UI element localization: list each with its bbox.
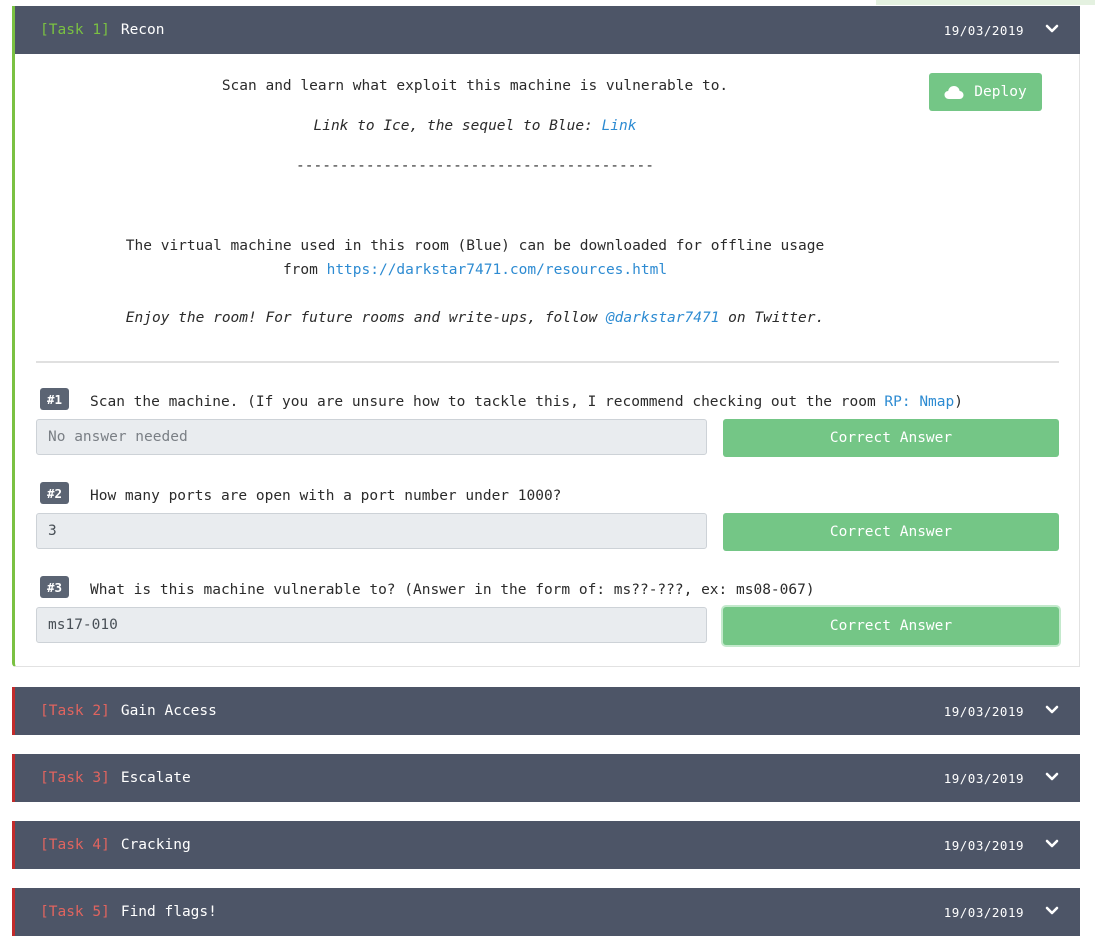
- task-4-date: 19/03/2019: [943, 837, 1024, 853]
- task-1-tag: [Task 1]: [40, 22, 110, 38]
- task-2: [Task 2] Gain Access 19/03/2019: [12, 687, 1080, 735]
- task-4-tag: [Task 4]: [40, 837, 110, 853]
- task-2-tag: [Task 2]: [40, 703, 110, 719]
- task-5-title: Find flags!: [120, 904, 217, 920]
- task-4: [Task 4] Cracking 19/03/2019: [12, 821, 1080, 869]
- question-1-text: Scan the machine. (If you are unsure how…: [90, 394, 963, 410]
- chevron-down-icon[interactable]: [1045, 904, 1059, 918]
- question-2-answer-field[interactable]: [36, 513, 707, 549]
- task-5-header[interactable]: [Task 5] Find flags! 19/03/2019: [12, 888, 1080, 936]
- task-2-title: Gain Access: [120, 703, 217, 719]
- chevron-down-icon[interactable]: [1045, 22, 1059, 36]
- vm-line-2: from https://darkstar7471.com/resources.…: [15, 262, 935, 278]
- ice-line: Link to Ice, the sequel to Blue: Link: [15, 118, 935, 134]
- rp-nmap-link[interactable]: RP: Nmap: [884, 394, 954, 410]
- vm-text-1: The virtual machine used in this room (B…: [125, 238, 825, 254]
- vm-text-2: from: [282, 262, 327, 278]
- deploy-label: Deploy: [974, 84, 1027, 100]
- twitter-link[interactable]: @darkstar7471: [606, 310, 720, 326]
- task-2-date: 19/03/2019: [943, 703, 1024, 719]
- question-1-answer-field[interactable]: [36, 419, 707, 455]
- task-2-header[interactable]: [Task 2] Gain Access 19/03/2019: [12, 687, 1080, 735]
- ice-link[interactable]: Link: [602, 118, 637, 134]
- question-1-close: ): [954, 394, 963, 410]
- intro-text: Scan and learn what exploit this machine…: [15, 78, 935, 94]
- question-1-label: Scan the machine. (If you are unsure how…: [90, 394, 885, 410]
- separator: ----------------------------------------…: [15, 158, 935, 174]
- task-1-body: Deploy Scan and learn what exploit this …: [12, 54, 1080, 667]
- task-1-header[interactable]: [Task 1] Recon 19/03/2019: [12, 6, 1080, 54]
- task-5-tag: [Task 5]: [40, 904, 110, 920]
- intro-line: Scan and learn what exploit this machine…: [221, 78, 729, 94]
- task-1-title: Recon: [120, 22, 165, 38]
- task-5: [Task 5] Find flags! 19/03/2019: [12, 888, 1080, 936]
- question-3-correct-button[interactable]: Correct Answer: [723, 607, 1059, 645]
- resources-link[interactable]: https://darkstar7471.com/resources.html: [327, 262, 667, 278]
- ice-text: Link to Ice, the sequel to Blue:: [313, 118, 602, 134]
- question-3-text: What is this machine vulnerable to? (Ans…: [90, 582, 815, 598]
- deploy-button[interactable]: Deploy: [929, 73, 1042, 111]
- task-3-title: Escalate: [120, 770, 191, 786]
- enjoy-suffix: on Twitter.: [719, 310, 825, 326]
- question-3-answer-field[interactable]: [36, 607, 707, 643]
- vm-line-1: The virtual machine used in this room (B…: [15, 238, 935, 254]
- task-1-date: 19/03/2019: [943, 22, 1024, 38]
- question-2-text: How many ports are open with a port numb…: [90, 488, 562, 504]
- enjoy-line: Enjoy the room! For future rooms and wri…: [15, 310, 935, 326]
- task-5-date: 19/03/2019: [943, 904, 1024, 920]
- task-3: [Task 3] Escalate 19/03/2019: [12, 754, 1080, 802]
- question-2-correct-button[interactable]: Correct Answer: [723, 513, 1059, 551]
- question-3-number: #3: [40, 576, 69, 598]
- question-1-number: #1: [40, 388, 69, 410]
- task-4-title: Cracking: [120, 837, 191, 853]
- task-3-tag: [Task 3]: [40, 770, 110, 786]
- question-2-number: #2: [40, 482, 69, 504]
- task-3-header[interactable]: [Task 3] Escalate 19/03/2019: [12, 754, 1080, 802]
- task-4-header[interactable]: [Task 4] Cracking 19/03/2019: [12, 821, 1080, 869]
- cloud-icon: [944, 85, 964, 99]
- chevron-down-icon[interactable]: [1045, 703, 1059, 717]
- task-3-date: 19/03/2019: [943, 770, 1024, 786]
- divider: [36, 361, 1059, 363]
- chevron-down-icon[interactable]: [1045, 770, 1059, 784]
- top-accent-strip: [876, 0, 1095, 5]
- chevron-down-icon[interactable]: [1045, 837, 1059, 851]
- question-1-correct-button[interactable]: Correct Answer: [723, 419, 1059, 457]
- separator-text: ----------------------------------------…: [296, 158, 654, 174]
- enjoy-text: Enjoy the room! For future rooms and wri…: [125, 310, 606, 326]
- task-1: [Task 1] Recon 19/03/2019 Deploy Scan an…: [12, 6, 1080, 667]
